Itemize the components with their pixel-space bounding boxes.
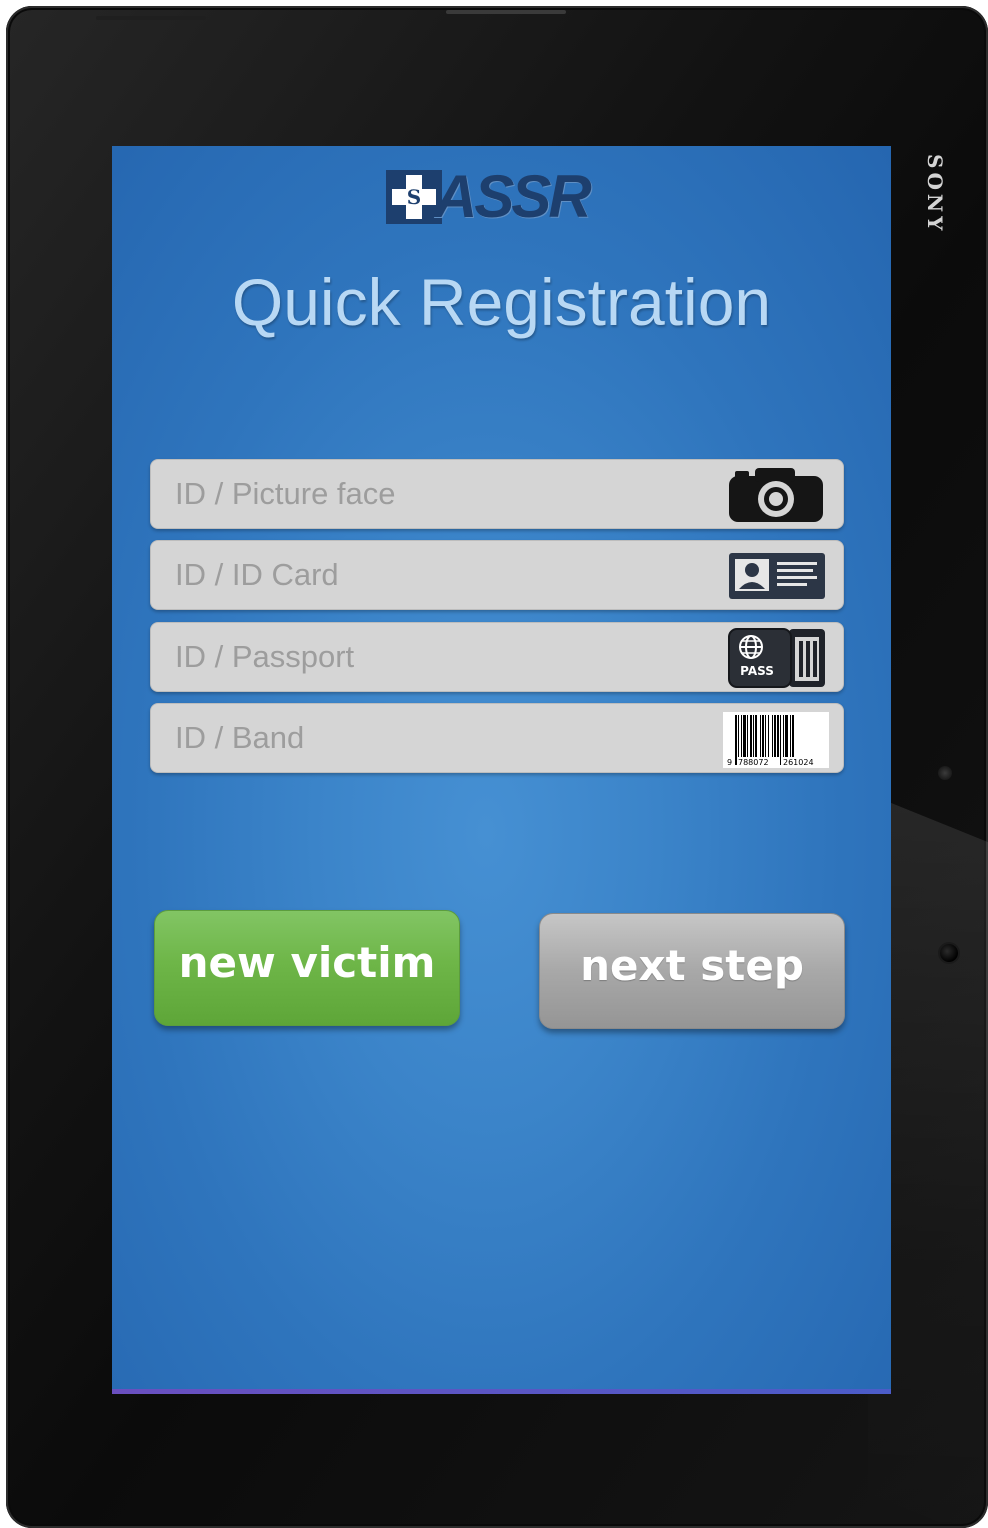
picture-face-field[interactable]: ID / Picture face	[150, 459, 844, 529]
app-screen: S ASSR Quick Registration ID / Picture f…	[112, 146, 891, 1394]
picture-face-placeholder: ID / Picture face	[175, 476, 396, 511]
page-title: Quick Registration	[231, 265, 772, 339]
tablet-top-edge	[96, 16, 206, 20]
id-card-placeholder: ID / ID Card	[175, 557, 339, 592]
camera-icon[interactable]	[725, 466, 827, 529]
band-field[interactable]: ID / Band 9 788072 261024	[150, 703, 844, 773]
assr-logo: S ASSR	[386, 164, 618, 230]
barcode-digits-right: 261024	[783, 758, 814, 767]
logo-badge-letter: S	[406, 185, 422, 209]
light-sensor	[938, 766, 952, 780]
passport-icon[interactable]: PASS	[727, 627, 827, 694]
barcode-icon[interactable]: 9 788072 261024	[723, 712, 829, 773]
id-card-field[interactable]: ID / ID Card	[150, 540, 844, 610]
new-victim-button[interactable]: new victim	[154, 910, 460, 1026]
front-camera	[940, 944, 958, 962]
device-brand-label: SONY	[923, 154, 947, 235]
device-brand: SONY	[921, 154, 947, 264]
passport-field[interactable]: ID / Passport PASS	[150, 622, 844, 692]
logo-text: ASSR	[434, 163, 592, 230]
id-card-icon[interactable]	[729, 553, 825, 604]
passport-placeholder: ID / Passport	[175, 639, 355, 674]
band-placeholder: ID / Band	[175, 720, 305, 755]
tablet-top-edge-button	[446, 10, 566, 14]
passport-icon-label: PASS	[740, 664, 774, 678]
next-step-button[interactable]: next step	[539, 913, 845, 1029]
barcode-digits-left: 788072	[738, 758, 769, 767]
barcode-digit-lead: 9	[727, 758, 732, 767]
